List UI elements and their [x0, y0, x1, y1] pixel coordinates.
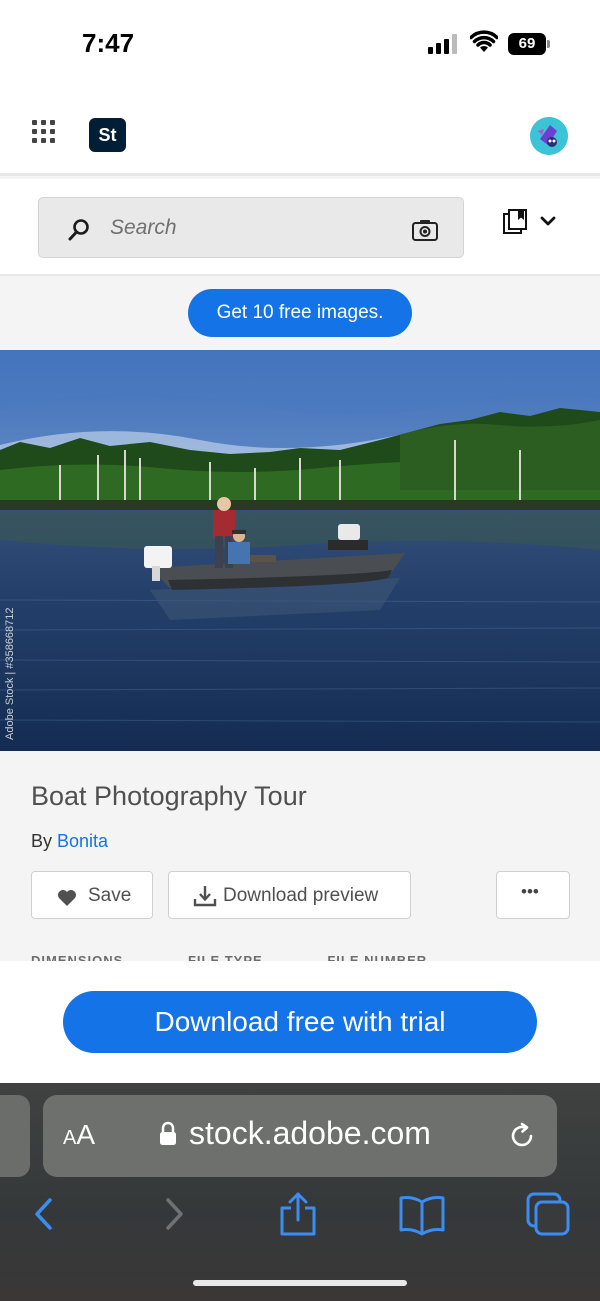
- adobe-stock-logo[interactable]: St: [89, 118, 126, 152]
- reload-icon[interactable]: [507, 1121, 537, 1151]
- asset-title: Boat Photography Tour: [31, 781, 307, 811]
- download-preview-label: Download preview: [223, 885, 379, 906]
- bookmarks-icon[interactable]: [398, 1190, 446, 1238]
- address-bar[interactable]: AA stock.adobe.com: [43, 1095, 557, 1177]
- collection-icon[interactable]: [503, 209, 529, 235]
- watermark-id: Adobe Stock | #358668712: [4, 607, 16, 740]
- url-text: stock.adobe.com: [189, 1115, 431, 1151]
- more-options-button[interactable]: •••: [496, 871, 570, 919]
- wifi-icon: [470, 30, 498, 52]
- apps-grid-icon[interactable]: [32, 120, 56, 144]
- battery-icon: 69: [508, 33, 550, 55]
- tabs-icon[interactable]: [524, 1190, 572, 1238]
- metadata-headers: DIMENSIONS FILE TYPE FILE NUMBER: [31, 953, 487, 961]
- meta-header-file-number: FILE NUMBER: [327, 953, 428, 961]
- user-avatar[interactable]: [530, 117, 568, 155]
- chevron-down-icon[interactable]: [540, 215, 556, 227]
- byline: By Bonita: [31, 831, 108, 852]
- author-link[interactable]: Bonita: [57, 831, 108, 851]
- status-bar: 7:47 69: [0, 0, 600, 90]
- search-row: Search: [0, 179, 600, 276]
- forward-icon: [166, 1198, 183, 1230]
- meta-header-dimensions: DIMENSIONS: [31, 953, 124, 961]
- save-label: Save: [88, 885, 132, 906]
- more-icon: •••: [521, 882, 539, 901]
- search-input[interactable]: Search: [38, 197, 464, 258]
- lock-icon: [160, 1121, 176, 1145]
- search-icon: [68, 219, 89, 241]
- battery-level: 69: [508, 33, 546, 55]
- camera-icon[interactable]: [411, 218, 439, 242]
- heart-icon: [58, 890, 76, 906]
- app-header: St: [0, 90, 600, 176]
- download-icon: [193, 886, 217, 907]
- status-time: 7:47: [82, 28, 135, 58]
- by-prefix: By: [31, 831, 53, 851]
- meta-header-file-type: FILE TYPE: [187, 953, 263, 961]
- cta-bar: Download free with trial: [0, 961, 600, 1083]
- home-indicator[interactable]: [193, 1280, 407, 1286]
- reader-aa-button[interactable]: AA: [63, 1119, 95, 1151]
- asset-details: Boat Photography Tour By Bonita Save Dow…: [0, 751, 600, 961]
- free-images-button[interactable]: Get 10 free images.: [188, 289, 412, 337]
- cellular-signal-icon: [428, 34, 462, 54]
- back-icon[interactable]: [22, 1190, 70, 1238]
- promo-banner: Get 10 free images.: [0, 278, 600, 350]
- download-preview-button[interactable]: Download preview: [168, 871, 411, 919]
- download-free-trial-button[interactable]: Download free with trial: [63, 991, 537, 1053]
- save-button[interactable]: Save: [31, 871, 153, 919]
- stock-photo[interactable]: [0, 350, 600, 751]
- previous-tab[interactable]: [0, 1095, 30, 1177]
- share-icon[interactable]: [274, 1190, 322, 1238]
- search-placeholder: Search: [110, 216, 177, 239]
